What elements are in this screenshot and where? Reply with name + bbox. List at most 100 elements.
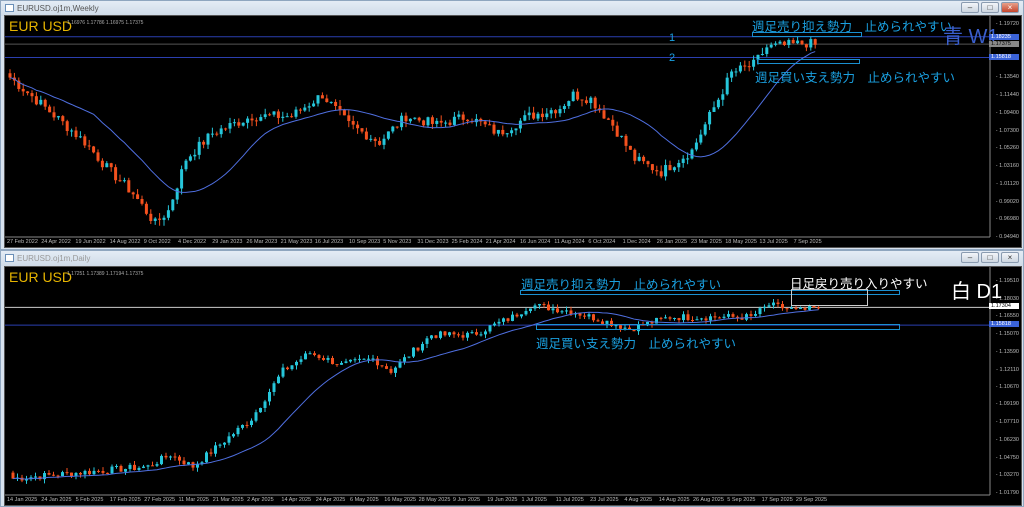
candle-body	[734, 71, 738, 73]
price-tick-label: - 1.01120	[996, 180, 1019, 187]
price-tick-label: - 1.19720	[995, 21, 1019, 27]
weekly-support-zone[interactable]	[536, 324, 900, 330]
chart-window-icon	[5, 254, 14, 262]
weekly-resistance-zone[interactable]	[752, 32, 862, 37]
minimize-button[interactable]: –	[961, 252, 979, 263]
candle-body	[394, 367, 397, 373]
support-price-tag: 1.15818	[989, 321, 1019, 327]
candle-body	[61, 116, 65, 122]
candle-body	[817, 307, 820, 309]
candle-body	[502, 318, 505, 322]
candle-body	[804, 44, 808, 48]
candle-body	[523, 115, 527, 121]
candle-body	[184, 160, 188, 170]
candle-body	[549, 110, 553, 114]
close-button[interactable]: ×	[1001, 252, 1019, 263]
candle-body	[712, 107, 716, 112]
candle-body	[796, 40, 800, 44]
candle-body	[299, 359, 303, 362]
candle-body	[690, 149, 694, 159]
candle-body	[223, 442, 226, 445]
candle-body	[765, 47, 769, 54]
candle-body	[219, 128, 223, 135]
minimize-button[interactable]: –	[961, 2, 979, 13]
date-tick-label: 5 Nov 2023	[383, 239, 412, 245]
candle-body	[682, 314, 685, 321]
candle-body	[166, 210, 170, 218]
candle-body	[83, 136, 87, 146]
candle-body	[334, 101, 338, 107]
candle-body	[558, 109, 562, 114]
candle-body	[378, 140, 382, 145]
price-tick-label: - 0.99020	[995, 198, 1019, 205]
maximize-button[interactable]: □	[981, 2, 999, 13]
daily-sell-zone[interactable]	[791, 289, 868, 306]
candle-body	[56, 475, 60, 477]
daily-title-bar[interactable]: EURUSD.oj1m,Daily – □ ×	[1, 251, 1023, 266]
price-tick-label: - 1.07300	[995, 127, 1019, 134]
candle-body	[754, 314, 757, 316]
candle-body	[124, 468, 127, 472]
candle-body	[511, 314, 514, 321]
candle-body	[115, 465, 118, 467]
weekly-support-zone[interactable]	[757, 59, 860, 64]
candle-body	[347, 115, 351, 122]
candle-body	[349, 359, 352, 362]
price-tick-label: - 1.10670	[995, 383, 1019, 390]
candle-body	[769, 44, 773, 48]
candle-body	[285, 116, 289, 118]
candle-body	[730, 71, 734, 78]
window-title: EURUSD.oj1m,Weekly	[17, 4, 99, 13]
candle-body	[65, 121, 69, 132]
date-tick-label: 24 Jan 2025	[41, 497, 72, 503]
candle-body	[290, 365, 294, 370]
price-tick-label: - 0.96980	[995, 216, 1019, 223]
date-tick-label: 14 Jan 2025	[7, 497, 38, 503]
candle-body	[722, 316, 726, 318]
candle-body	[466, 332, 469, 338]
candle-body	[461, 335, 465, 338]
candle-body	[785, 308, 789, 310]
candle-body	[790, 307, 793, 309]
candle-body	[317, 355, 321, 359]
candle-body	[351, 121, 355, 125]
candle-body	[241, 122, 245, 126]
maximize-button[interactable]: □	[981, 252, 999, 263]
date-tick-label: 23 Mar 2025	[691, 239, 722, 245]
candle-body	[197, 141, 201, 155]
candle-body	[430, 117, 434, 124]
date-tick-label: 29 Sep 2025	[795, 497, 828, 503]
weekly-chart-canvas[interactable]: EUR USD 1.16976 1.17786 1.16975 1.17375 …	[4, 15, 1022, 248]
candle-body	[263, 114, 267, 118]
candle-body	[496, 129, 500, 134]
candle-body	[34, 476, 37, 478]
candle-body	[114, 167, 118, 181]
candle-body	[813, 39, 817, 45]
candle-body	[304, 353, 307, 360]
price-tick-label: - 1.03160	[995, 163, 1019, 170]
candle-body	[48, 106, 52, 113]
candle-body	[668, 317, 672, 319]
candle-body	[520, 314, 523, 317]
candle-body	[109, 163, 113, 168]
candle-body	[434, 335, 438, 338]
date-tick-label: 11 Jul 2025	[555, 497, 584, 503]
weekly-title-bar[interactable]: EURUSD.oj1m,Weekly – □ ×	[1, 1, 1023, 16]
candle-body	[367, 358, 370, 360]
price-tick-label: - 1.09190	[995, 401, 1019, 408]
candle-body	[206, 133, 210, 145]
candle-body	[492, 124, 496, 134]
candle-body	[295, 361, 298, 366]
weekly-candles	[5, 16, 991, 238]
daily-chart-canvas[interactable]: EUR USD 1.17251 1.17389 1.17194 1.17375 …	[4, 266, 1022, 506]
candle-body	[101, 471, 105, 473]
candle-body	[493, 323, 496, 326]
candle-body	[326, 357, 330, 360]
candle-body	[443, 331, 447, 336]
candle-body	[699, 134, 703, 143]
close-button[interactable]: ×	[1001, 2, 1019, 13]
line-1-label: 1	[669, 32, 676, 44]
candle-body	[700, 318, 703, 320]
candle-body	[228, 123, 232, 129]
candle-body	[677, 318, 681, 321]
